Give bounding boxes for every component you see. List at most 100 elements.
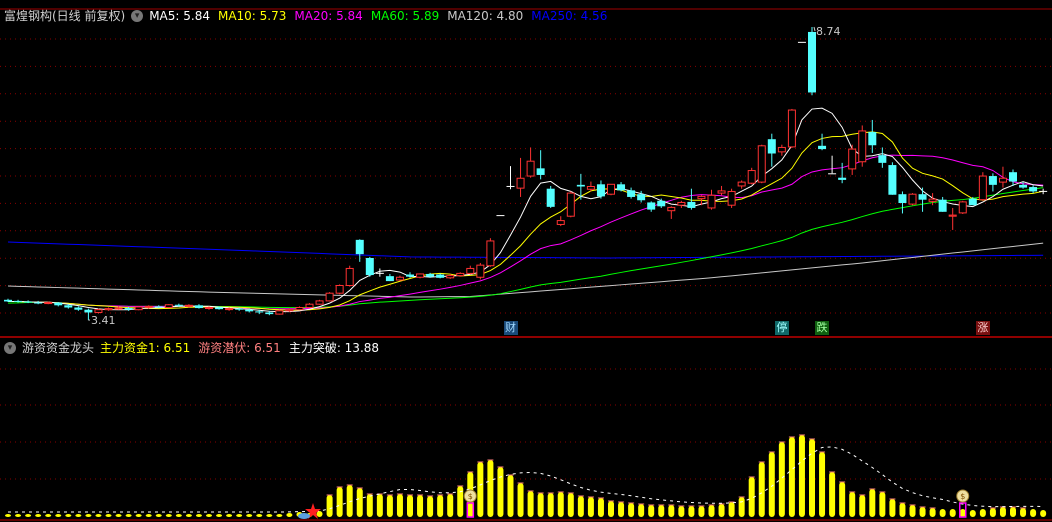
money-bag-icon: $ [960,492,965,501]
candle-body [988,176,997,185]
chevron-down-icon[interactable]: ▾ [4,341,16,354]
indicator-bar [758,462,765,517]
indicator-legend: 主力资金1: 6.51 游资潜伏: 6.51 主力突破: 13.88 [100,339,379,356]
indicator-bar [658,505,665,517]
indicator-header: ▾ 游资资金龙头 主力资金1: 6.51 游资潜伏: 6.51 主力突破: 13.8… [4,339,379,356]
candle-body [114,307,123,310]
indicator-bar [487,460,494,517]
candle-body [767,139,776,154]
indicator-bar [276,514,283,517]
indicator-bar [929,508,936,517]
candle-body [355,239,364,255]
indicator-bar [417,495,424,517]
candle-body [526,160,535,177]
indicator-bar [356,488,363,517]
indicator-bar [175,514,182,517]
candle-body [406,274,414,277]
indicator-bar [206,514,212,517]
candle-body [456,272,465,277]
candle-body [948,214,957,217]
candle-body [958,201,967,214]
candle-body [908,193,917,205]
ma-value: MA5: 5.84 [149,8,210,23]
indicator-bar [798,435,805,517]
candle-body [426,273,435,277]
candle-body [255,311,264,313]
ma-value: MA20: 5.84 [294,8,363,23]
ma-value: MA10: 5.73 [217,8,287,23]
event-marker[interactable]: 涨 [975,321,990,335]
candle-body [1039,190,1048,192]
main-chart-header: 富煌钢构(日线 前复权) ▾ MA5: 5.84 MA10: 5.73 MA20: … [4,7,607,24]
indicator-bar [648,505,655,517]
indicator-bar [437,495,444,517]
candle-body [215,307,224,310]
high-price-label: 8.74 [816,25,841,38]
indicator-bar [427,496,434,517]
candle-body [1009,172,1017,182]
indicator-bar [678,506,685,517]
indicator-bar [869,489,876,517]
indicator-bar [216,514,223,517]
event-marker[interactable]: 跌 [815,321,830,335]
candle-body [707,194,716,209]
candle-body [918,194,927,200]
indicator-bar [768,452,775,517]
indicator-bar [135,514,142,517]
candle-body [325,292,334,302]
indicator-bar [155,514,162,517]
candle-body [184,304,193,307]
indicator-bar [85,514,92,517]
candle-body [104,308,113,311]
candle-body [797,41,806,43]
candle-body [637,194,646,201]
high-pointer [813,26,816,32]
indicator-bar [899,503,906,517]
candle-body [506,185,515,187]
candle-body [174,304,183,306]
indicator-bar [125,514,132,517]
candle-body [416,273,425,278]
indicator-value: 主力突破: 13.88 [288,341,380,355]
indicator-bar [567,493,574,517]
chevron-down-icon[interactable]: ▾ [131,9,144,22]
indicator-bar [115,514,122,517]
candle-body [888,165,897,195]
indicator-bar [959,509,966,517]
event-marker[interactable]: 财 [503,321,518,335]
candle-body [647,202,656,210]
candle-body [245,309,254,312]
indicator-bar [597,498,604,517]
indicator-bar [909,505,916,517]
chart-canvas[interactable]: $ $ [0,0,1052,522]
fish-icon [298,513,310,519]
indicator-bar [999,507,1006,517]
candle-body [225,308,234,311]
candle-body [1019,184,1028,188]
candle-body [998,177,1007,183]
indicator-bar [336,487,343,517]
candle-body [54,302,63,306]
indicator-bar [537,493,544,517]
candle-body [295,307,304,311]
indicator-bar [668,505,675,517]
stock-chart-window: $ $ 富煌钢构(日线 前复权) ▾ MA5: 5.84 MA10: 5.73 MA2… [0,0,1052,522]
event-marker[interactable]: 停 [774,321,789,335]
candle-body [275,310,284,315]
indicator-bar [618,502,625,517]
candle-body [818,145,827,150]
ma250-line [7,241,1044,259]
indicator-bar [286,513,293,517]
candle-body [677,201,686,206]
candle-body [697,195,706,200]
ma120-line [7,242,1044,298]
candle-body [968,198,977,206]
indicator-bar [939,509,946,517]
candle-body [305,303,314,309]
candle-body [546,188,555,207]
candle-body [617,184,626,191]
indicator-bar [708,505,715,517]
indicator-bar [628,503,635,517]
indicator-bar [527,491,534,517]
candle-body [838,177,847,180]
